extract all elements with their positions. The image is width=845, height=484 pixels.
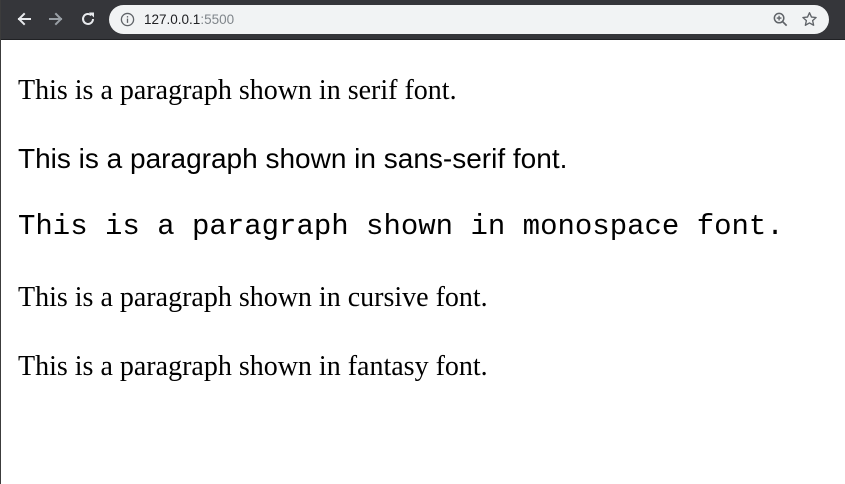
paragraph-fantasy: This is a paragraph shown in fantasy fon… <box>18 351 488 382</box>
arrow-right-icon <box>49 12 63 26</box>
info-icon[interactable] <box>120 12 135 27</box>
reload-button[interactable] <box>77 8 99 30</box>
paragraph-cursive: This is a paragraph shown in cursive fon… <box>18 282 488 313</box>
paragraph-monospace: This is a paragraph shown in monospace f… <box>18 210 784 243</box>
browser-window: 127.0.0.1:5500 This is a paragraph shown… <box>0 0 845 484</box>
back-button[interactable] <box>13 8 35 30</box>
url-port: :5500 <box>200 12 235 27</box>
zoom-icon[interactable] <box>772 11 789 28</box>
url-text[interactable]: 127.0.0.1:5500 <box>144 11 234 28</box>
address-bar[interactable]: 127.0.0.1:5500 <box>109 5 829 34</box>
paragraph-serif: This is a paragraph shown in serif font. <box>18 75 457 106</box>
reload-icon <box>82 12 94 25</box>
forward-button[interactable] <box>45 8 67 30</box>
arrow-left-icon <box>17 12 31 26</box>
url-host: 127.0.0.1 <box>144 12 201 27</box>
browser-toolbar: 127.0.0.1:5500 <box>1 0 845 40</box>
star-icon[interactable] <box>801 11 818 28</box>
paragraph-sans-serif: This is a paragraph shown in sans-serif … <box>18 143 568 174</box>
